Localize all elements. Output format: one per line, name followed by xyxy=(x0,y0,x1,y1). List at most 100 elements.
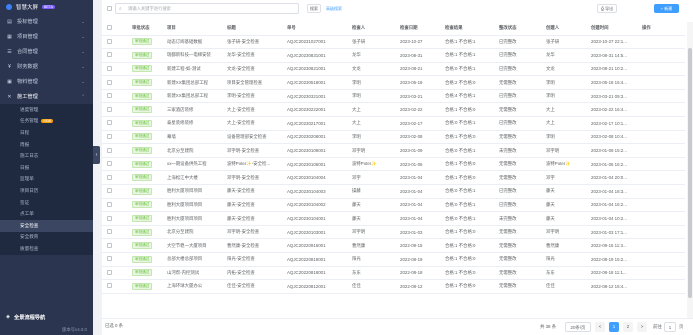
sidebar-subitem[interactable]: 日报 xyxy=(0,162,93,174)
sidebar-subitem[interactable]: 施工日志 xyxy=(0,150,93,162)
advanced-search-link[interactable]: 高级搜索 xyxy=(326,4,342,13)
column-header[interactable]: 创建时间 xyxy=(589,22,640,36)
table-row[interactable]: 审批通过 幕墙 设备管理部安全检查 AQJC20230208001 李明 2023-02-… xyxy=(102,130,685,145)
column-header[interactable]: 检查人 xyxy=(350,22,398,36)
operations-cell[interactable] xyxy=(640,198,685,213)
vertical-scrollbar[interactable] xyxy=(687,22,693,318)
operations-cell[interactable] xyxy=(640,62,685,77)
goto-page-input[interactable]: 1 xyxy=(664,322,676,332)
page-size-select[interactable]: 20条/页 xyxy=(565,322,591,332)
table-row[interactable]: 审批通过 新建XX集团总部工程 项目安全管理检查 AQJC20230518001 李明 2… xyxy=(102,75,685,90)
next-page-button[interactable]: > xyxy=(637,322,647,332)
row-checkbox[interactable] xyxy=(107,52,112,58)
row-checkbox[interactable] xyxy=(107,256,112,262)
operations-cell[interactable] xyxy=(640,266,685,281)
column-header[interactable]: 整改状态 xyxy=(497,22,544,36)
table-row[interactable]: 审批通过 总部大楼总部项目 阳光-安全检查 AQJC20220819001 阳光 2022… xyxy=(102,252,685,267)
operations-cell[interactable] xyxy=(640,75,685,90)
sidebar-menu-5[interactable]: ✕ 施工管理 ⌃ xyxy=(0,89,93,104)
column-header[interactable]: 创建人 xyxy=(544,22,589,36)
sidebar-menu-4[interactable]: ▣ 物料管理 ⌄ xyxy=(0,74,93,89)
row-checkbox[interactable] xyxy=(107,147,112,153)
row-checkbox[interactable] xyxy=(107,65,112,71)
table-row[interactable]: 审批通过 新建XX集团总部工程 李明-安全检查 AQJC20230321001 李明 20… xyxy=(102,89,685,104)
table-row[interactable]: 审批通过 xx一期设备供热工程 波特Poter✨-安全检... AQJC2023010… xyxy=(102,157,685,172)
row-checkbox[interactable] xyxy=(107,79,112,85)
table-row[interactable]: 审批通过 上海环球大厦办公 佳佳-安全检查 AQJC20220812001 佳佳 2022… xyxy=(102,279,685,294)
row-checkbox[interactable] xyxy=(107,215,112,221)
operations-cell[interactable] xyxy=(640,116,685,131)
operations-cell[interactable] xyxy=(640,157,685,172)
row-checkbox[interactable] xyxy=(107,242,112,248)
operations-cell[interactable] xyxy=(640,184,685,199)
search-button[interactable]: 搜索 xyxy=(307,4,321,13)
table-row[interactable]: 审批通过 胜利大厦项目项目 藤天-安全检查 AQJC20230104003 操藤 2023… xyxy=(102,184,685,199)
operations-cell[interactable] xyxy=(640,238,685,253)
table-row[interactable]: 审批通过 新建工程-如-测试 文龙-安全检查 AQJC20230821001 文龙 202… xyxy=(102,62,685,77)
row-checkbox[interactable] xyxy=(107,161,112,167)
row-checkbox[interactable] xyxy=(107,174,112,180)
operations-cell[interactable] xyxy=(640,143,685,158)
prev-page-button[interactable]: < xyxy=(595,322,605,332)
table-row[interactable]: 审批通过 北京分至建院 邓宇明-安全检查 AQJC20230103001 邓宇明 2023… xyxy=(102,225,685,240)
page-2-button[interactable]: 2 xyxy=(623,322,633,332)
scrollbar-thumb[interactable] xyxy=(688,48,692,298)
row-checkbox[interactable] xyxy=(107,38,112,44)
table-row[interactable]: 审批通过 泰星装修装修 大上-安全检查 AQJC20230217001 大上 2023-0… xyxy=(102,116,685,131)
operations-cell[interactable] xyxy=(640,48,685,63)
sidebar-menu-1[interactable]: ▦ 项目管理 ⌄ xyxy=(0,29,93,44)
sidebar-menu-2[interactable]: ☰ 合同管理 ⌄ xyxy=(0,44,93,59)
row-checkbox[interactable] xyxy=(107,229,112,235)
sidebar-menu-0[interactable]: ▤ 投标管理 ⌄ xyxy=(0,14,93,29)
page-1-button[interactable]: 1 xyxy=(609,322,619,332)
table-row[interactable]: 审批通过 三家酒店装修 大上-安全检查 AQJC20230222001 大上 2023-0… xyxy=(102,102,685,118)
export-button[interactable]: ⎙ 导出 xyxy=(597,4,617,13)
column-header[interactable]: 单号 xyxy=(285,22,350,36)
sidebar-subitem[interactable]: 点工单 xyxy=(0,208,93,220)
sidebar-subitem[interactable]: 进度管理 xyxy=(0,104,93,116)
sidebar-subitem[interactable]: 监理单 xyxy=(0,174,93,186)
table-row[interactable]: 审批通过 上海松江中大楼 邓宇明-安全检查 AQJC20230104004 邓宇 2023… xyxy=(102,170,685,186)
operations-cell[interactable] xyxy=(640,211,685,226)
table-row[interactable]: 审批通过 瑞都新科技—电梯安装 龙华-安全检查 AQJC20230831001 龙华 20… xyxy=(102,48,685,63)
sidebar-subitem[interactable]: 任务管理 NEW xyxy=(0,116,93,128)
process-nav-button[interactable]: ◈ 全景流程导航 xyxy=(0,310,93,324)
sidebar-subitem[interactable]: 项目日历 xyxy=(0,185,93,197)
sidebar-subitem[interactable]: 质量检查 xyxy=(0,243,93,255)
operations-cell[interactable] xyxy=(640,102,685,118)
sidebar-subitem[interactable]: 周报 xyxy=(0,139,93,151)
row-checkbox[interactable] xyxy=(107,120,112,126)
row-checkbox[interactable] xyxy=(107,106,112,112)
row-checkbox[interactable] xyxy=(107,93,112,99)
table-row[interactable]: 审批通过 北京分至建院 邓宇明-安全检查 AQJC20230109001 邓宇明 2023… xyxy=(102,143,685,158)
row-checkbox[interactable] xyxy=(107,133,112,139)
sidebar-subitem[interactable]: 安全检查 xyxy=(0,219,93,232)
new-button[interactable]: + 新建 xyxy=(654,4,679,13)
toolbar-checkbox[interactable] xyxy=(107,6,112,11)
row-checkbox[interactable] xyxy=(107,283,112,289)
column-header[interactable]: 检查结果 xyxy=(443,22,497,36)
column-header[interactable]: 检查日期 xyxy=(398,22,443,36)
select-all-checkbox[interactable] xyxy=(107,25,112,31)
operations-cell[interactable] xyxy=(640,130,685,145)
table-row[interactable]: 审批通过 动态订阅基础数据 张子研-安全检查 AQJC20231027001 张子研 20… xyxy=(102,35,685,50)
row-checkbox[interactable] xyxy=(107,201,112,207)
column-header[interactable]: 标题 xyxy=(225,22,285,36)
row-checkbox[interactable] xyxy=(107,188,112,194)
operations-cell[interactable] xyxy=(640,252,685,267)
operations-cell[interactable] xyxy=(640,170,685,186)
operations-cell[interactable] xyxy=(640,225,685,240)
table-row[interactable]: 审批通过 胜利大厦项目项目 藤天-安全检查 AQJC20230104002 藤天 2023… xyxy=(102,198,685,213)
operations-cell[interactable] xyxy=(640,279,685,294)
sidebar-subitem[interactable]: 安全教育 xyxy=(0,232,93,244)
column-header[interactable]: 审批状态 xyxy=(130,22,165,36)
column-header[interactable]: 项目 xyxy=(165,22,225,36)
table-row[interactable]: 审批通过 大空节稳一大厦项目 曹然康-安全检查 AQJC20220915001 曹然康 2… xyxy=(102,238,685,253)
sidebar-collapse-button[interactable]: ‹ xyxy=(93,146,100,164)
sidebar-menu-3[interactable]: ¥ 财务数据 ⌄ xyxy=(0,59,93,74)
table-row[interactable]: 审批通过 胜利大厦项目项目 藤天-安全检查 AQJC20230104001 藤天 2023… xyxy=(102,211,685,226)
app-logo[interactable]: 智慧大屏 BETA xyxy=(0,0,93,14)
table-row[interactable]: 审批通过 山河帮-内控测试 内拓-安全检查 AQJC20220818001 东东 2022… xyxy=(102,266,685,281)
operations-cell[interactable] xyxy=(640,35,685,50)
search-input[interactable]: ⌕ 请输入关键字进行搜索 xyxy=(115,3,299,14)
